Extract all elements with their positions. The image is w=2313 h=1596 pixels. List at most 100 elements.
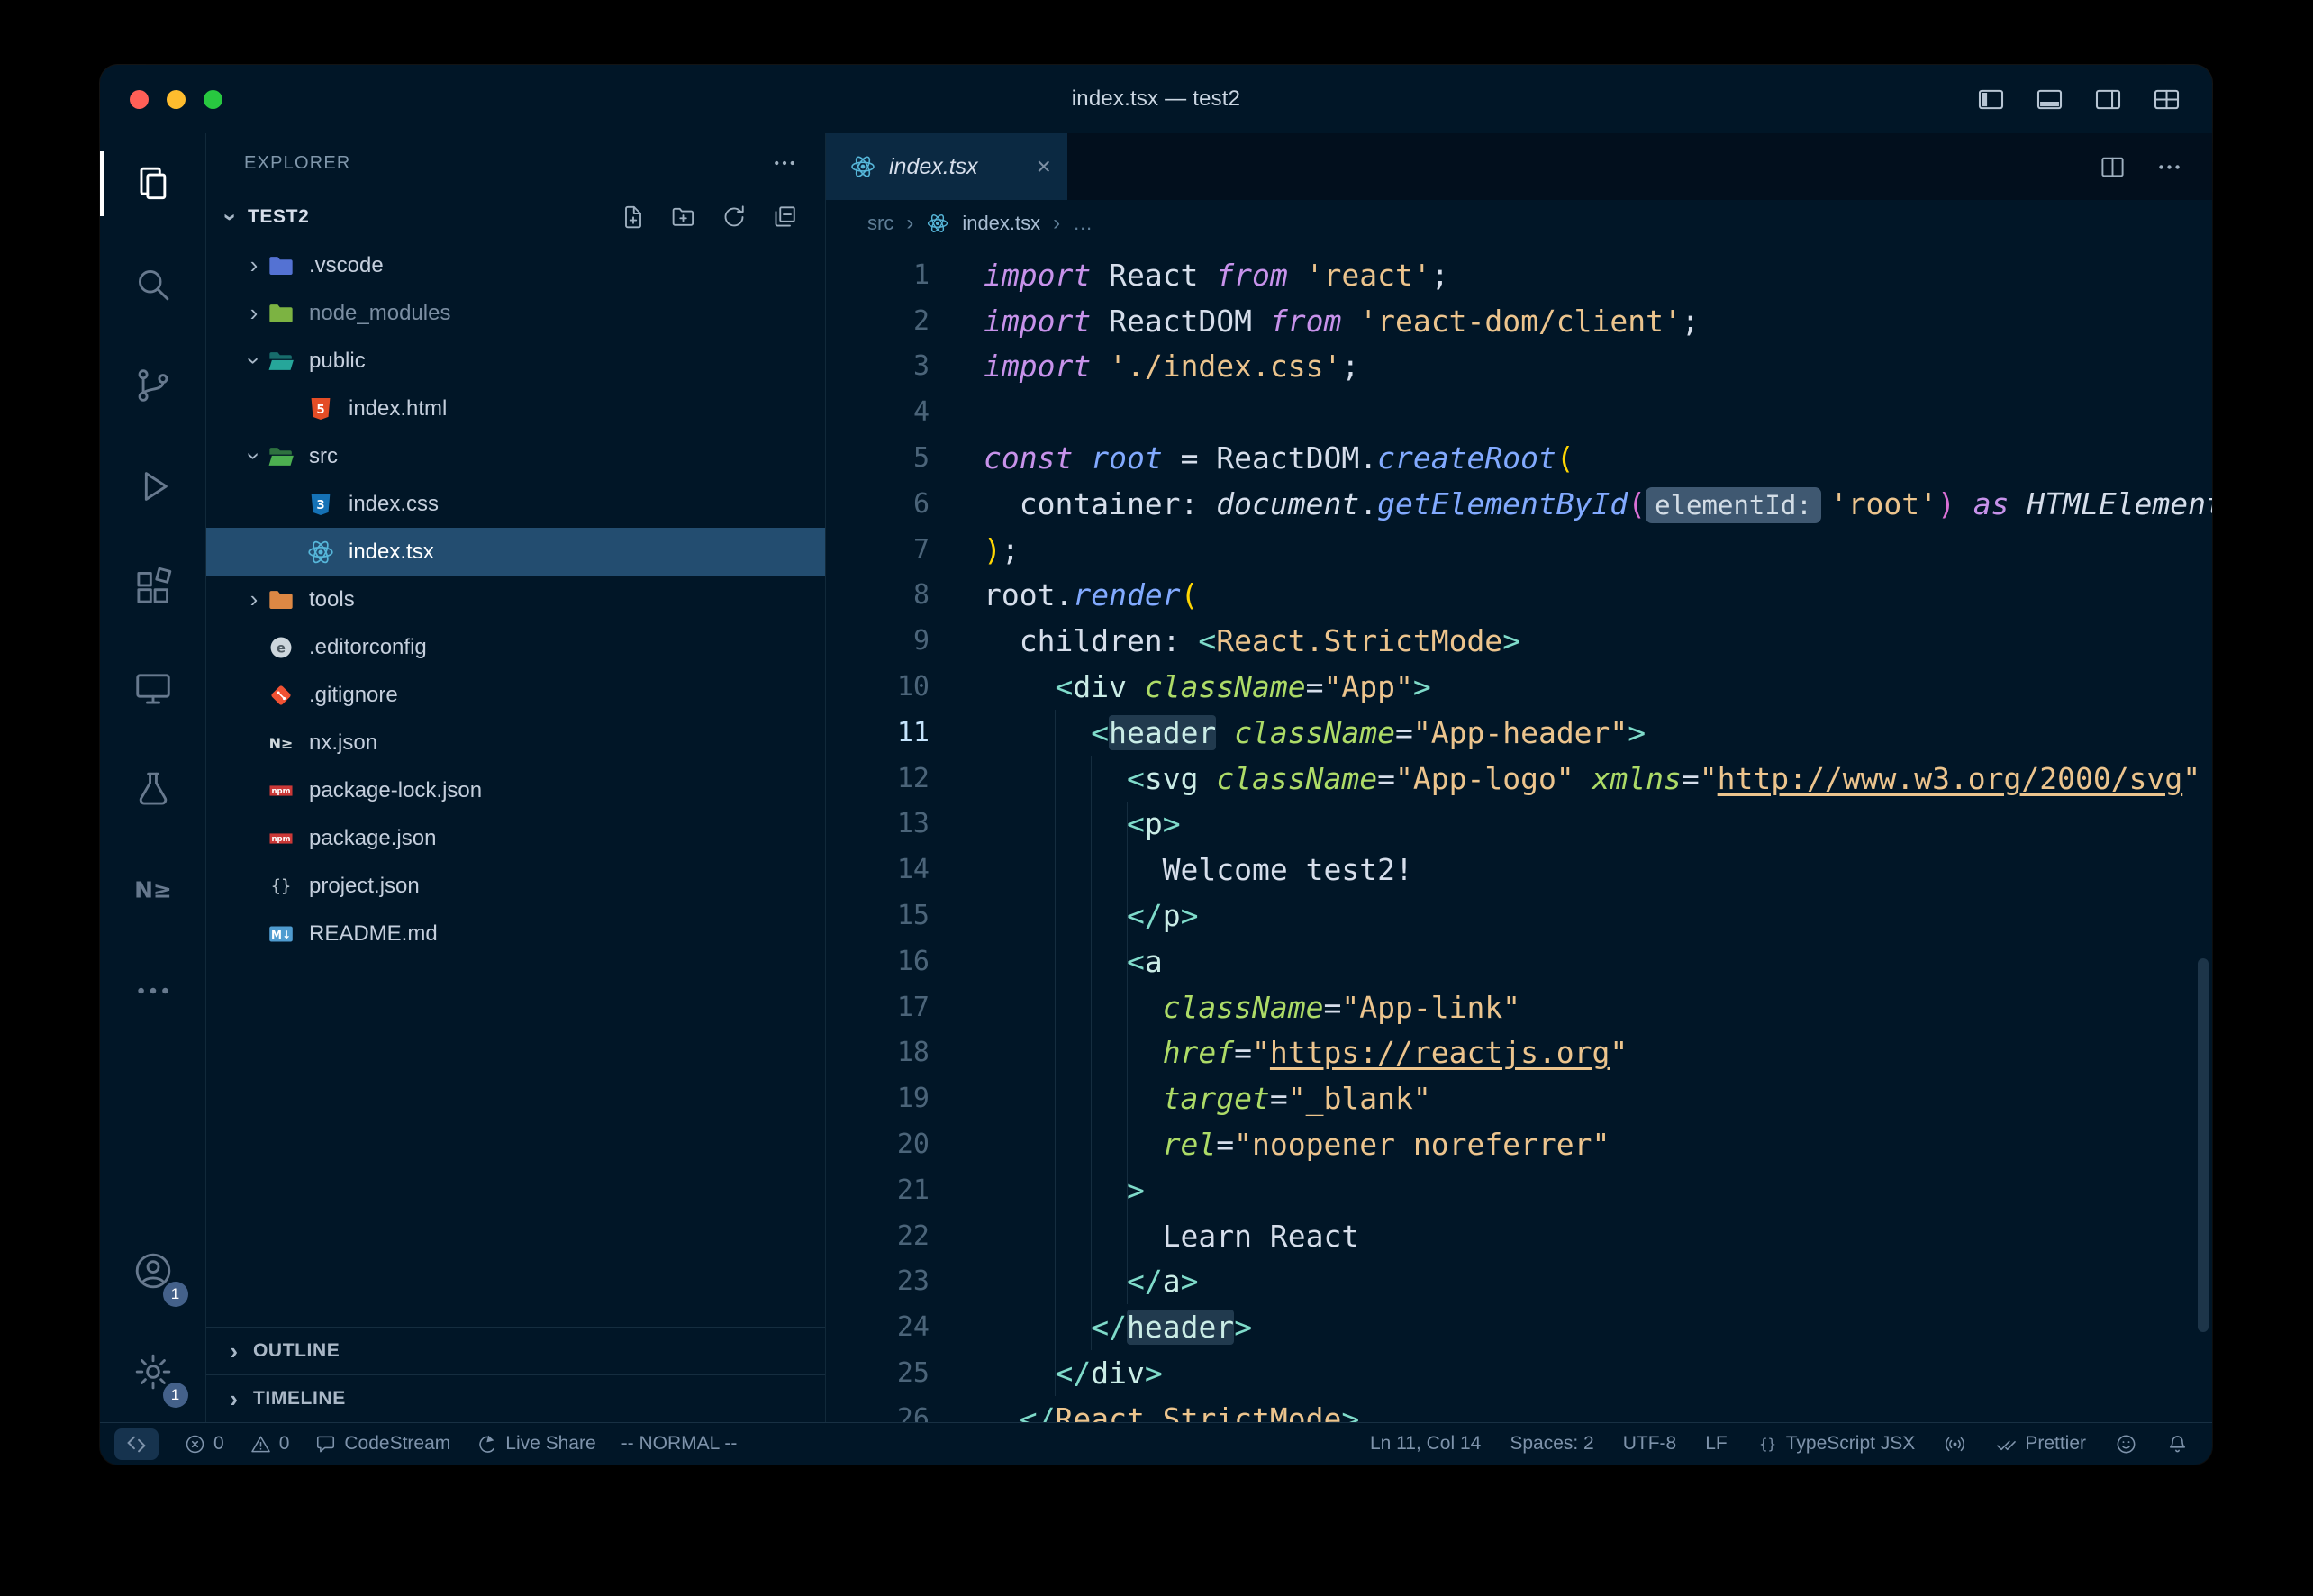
- code-line[interactable]: 19 target="_blank": [826, 1075, 2212, 1121]
- code-line[interactable]: 1import React from 'react';: [826, 252, 2212, 298]
- code-line[interactable]: 24 </header>: [826, 1304, 2212, 1350]
- activity-nx-console[interactable]: N≥: [100, 839, 206, 940]
- code-line[interactable]: 7);: [826, 527, 2212, 573]
- editor-more-button[interactable]: [2155, 153, 2183, 181]
- file-item-tools[interactable]: ›tools: [206, 576, 825, 623]
- outline-pane[interactable]: › OUTLINE: [206, 1327, 825, 1374]
- status-cursor-position[interactable]: Ln 11, Col 14: [1370, 1433, 1481, 1455]
- titlebar[interactable]: index.tsx — test2: [100, 65, 2212, 133]
- status-broadcast[interactable]: [1944, 1433, 1966, 1455]
- svg-text:npm: npm: [271, 835, 290, 844]
- editor-scrollbar[interactable]: [2198, 958, 2209, 1332]
- status-prettier[interactable]: Prettier: [1995, 1433, 2086, 1455]
- status-notifications[interactable]: [2166, 1433, 2189, 1455]
- status-eol[interactable]: LF: [1705, 1433, 1728, 1455]
- code-line[interactable]: 13 <p>: [826, 802, 2212, 848]
- code-line[interactable]: 11 <header className="App-header">: [826, 710, 2212, 756]
- code-line[interactable]: 6 container: document.getElementById(ele…: [826, 481, 2212, 527]
- explorer-more-button[interactable]: [771, 150, 798, 177]
- code-text: import React from 'react';: [930, 258, 1449, 293]
- status-label: -- NORMAL --: [621, 1433, 738, 1455]
- toggle-secondary-sidebar-button[interactable]: [2093, 85, 2123, 114]
- status-encoding[interactable]: UTF-8: [1623, 1433, 1677, 1455]
- tab-index-tsx[interactable]: index.tsx ×: [826, 133, 1067, 200]
- file-item-index.css[interactable]: 3index.css: [206, 480, 825, 528]
- file-item-package.json[interactable]: npmpackage.json: [206, 814, 825, 862]
- code-line[interactable]: 8root.render(: [826, 573, 2212, 619]
- status-errors[interactable]: 0: [184, 1433, 224, 1455]
- new-file-button[interactable]: [620, 204, 647, 231]
- timeline-pane[interactable]: › TIMELINE: [206, 1374, 825, 1422]
- code-area[interactable]: 1import React from 'react';2import React…: [826, 247, 2212, 1422]
- breadcrumb-item[interactable]: index.tsx: [962, 212, 1040, 235]
- toggle-panel-button[interactable]: [2035, 85, 2064, 114]
- code-line[interactable]: 23 </a>: [826, 1259, 2212, 1305]
- ellipsis-icon: [132, 970, 174, 1011]
- activity-accounts[interactable]: 1: [100, 1220, 206, 1321]
- file-item-index.html[interactable]: 5index.html: [206, 385, 825, 432]
- file-item-.gitignore[interactable]: .gitignore: [206, 671, 825, 719]
- code-line[interactable]: 26 </React.StrictMode>: [826, 1396, 2212, 1422]
- activity-extensions[interactable]: [100, 537, 206, 638]
- code-line[interactable]: 21 >: [826, 1167, 2212, 1213]
- file-item-node_modules[interactable]: ›node_modules: [206, 289, 825, 337]
- code-line[interactable]: 17 className="App-link": [826, 984, 2212, 1030]
- activity-run-and-debug[interactable]: [100, 436, 206, 537]
- close-button[interactable]: [130, 90, 149, 109]
- activity-manage[interactable]: 1: [100, 1321, 206, 1422]
- broadcast-icon: [1944, 1433, 1966, 1455]
- code-line[interactable]: 12 <svg className="App-logo" xmlns="http…: [826, 756, 2212, 802]
- file-item-.vscode[interactable]: ›.vscode: [206, 241, 825, 289]
- code-line[interactable]: 14 Welcome test2!: [826, 847, 2212, 893]
- status-vim-mode[interactable]: -- NORMAL --: [621, 1433, 738, 1455]
- code-line[interactable]: 20 rel="noopener noreferrer": [826, 1121, 2212, 1167]
- file-item-src[interactable]: ›src: [206, 432, 825, 480]
- file-item-index.tsx[interactable]: index.tsx: [206, 528, 825, 576]
- file-item-project.json[interactable]: {}project.json: [206, 862, 825, 910]
- code-line[interactable]: 15 </p>: [826, 893, 2212, 939]
- status-label: 0: [279, 1433, 290, 1455]
- tab-close-icon[interactable]: ×: [1037, 154, 1051, 179]
- zoom-button[interactable]: [204, 90, 222, 109]
- code-line[interactable]: 2import ReactDOM from 'react-dom/client'…: [826, 298, 2212, 344]
- status-warnings[interactable]: 0: [249, 1433, 290, 1455]
- code-line[interactable]: 10 <div className="App">: [826, 664, 2212, 710]
- customize-layout-button[interactable]: [2152, 85, 2181, 114]
- code-line[interactable]: 18 href="https://reactjs.org": [826, 1030, 2212, 1076]
- breadcrumb-item[interactable]: …: [1073, 212, 1093, 235]
- activity-testing[interactable]: [100, 739, 206, 839]
- code-line[interactable]: 16 <a: [826, 939, 2212, 984]
- status-language-mode[interactable]: {}TypeScript JSX: [1756, 1433, 1916, 1455]
- status-indentation[interactable]: Spaces: 2: [1510, 1433, 1593, 1455]
- split-editor-button[interactable]: [2099, 153, 2127, 181]
- file-item-.editorconfig[interactable]: e.editorconfig: [206, 623, 825, 671]
- line-number: 11: [826, 717, 930, 748]
- file-item-package-lock.json[interactable]: npmpackage-lock.json: [206, 766, 825, 814]
- breadcrumb-item[interactable]: src: [867, 212, 893, 235]
- code-line[interactable]: 9 children: <React.StrictMode>: [826, 618, 2212, 664]
- code-line[interactable]: 4: [826, 389, 2212, 435]
- file-item-nx.json[interactable]: N≥nx.json: [206, 719, 825, 766]
- code-text: className="App-link": [930, 990, 1520, 1025]
- status-remote-window[interactable]: [114, 1428, 159, 1460]
- toggle-primary-sidebar-button[interactable]: [1976, 85, 2006, 114]
- explorer-section-header[interactable]: › TEST2: [206, 193, 825, 241]
- code-line[interactable]: 5const root = ReactDOM.createRoot(: [826, 435, 2212, 481]
- status-feedback[interactable]: [2115, 1433, 2137, 1455]
- new-folder-button[interactable]: [670, 204, 697, 231]
- activity-remote-explorer[interactable]: [100, 638, 206, 739]
- activity-source-control[interactable]: [100, 335, 206, 436]
- code-line[interactable]: 25 </div>: [826, 1350, 2212, 1396]
- collapse-folders-button[interactable]: [771, 204, 798, 231]
- file-item-README.md[interactable]: M↓README.md: [206, 910, 825, 957]
- activity-more[interactable]: [100, 940, 206, 1041]
- activity-search[interactable]: [100, 234, 206, 335]
- minimize-button[interactable]: [167, 90, 186, 109]
- file-item-public[interactable]: ›public: [206, 337, 825, 385]
- refresh-explorer-button[interactable]: [721, 204, 748, 231]
- status-codestream[interactable]: CodeStream: [314, 1433, 450, 1455]
- code-line[interactable]: 3import './index.css';: [826, 344, 2212, 390]
- status-live-share[interactable]: Live Share: [476, 1433, 595, 1455]
- code-line[interactable]: 22 Learn React: [826, 1213, 2212, 1259]
- activity-explorer[interactable]: [100, 133, 206, 234]
